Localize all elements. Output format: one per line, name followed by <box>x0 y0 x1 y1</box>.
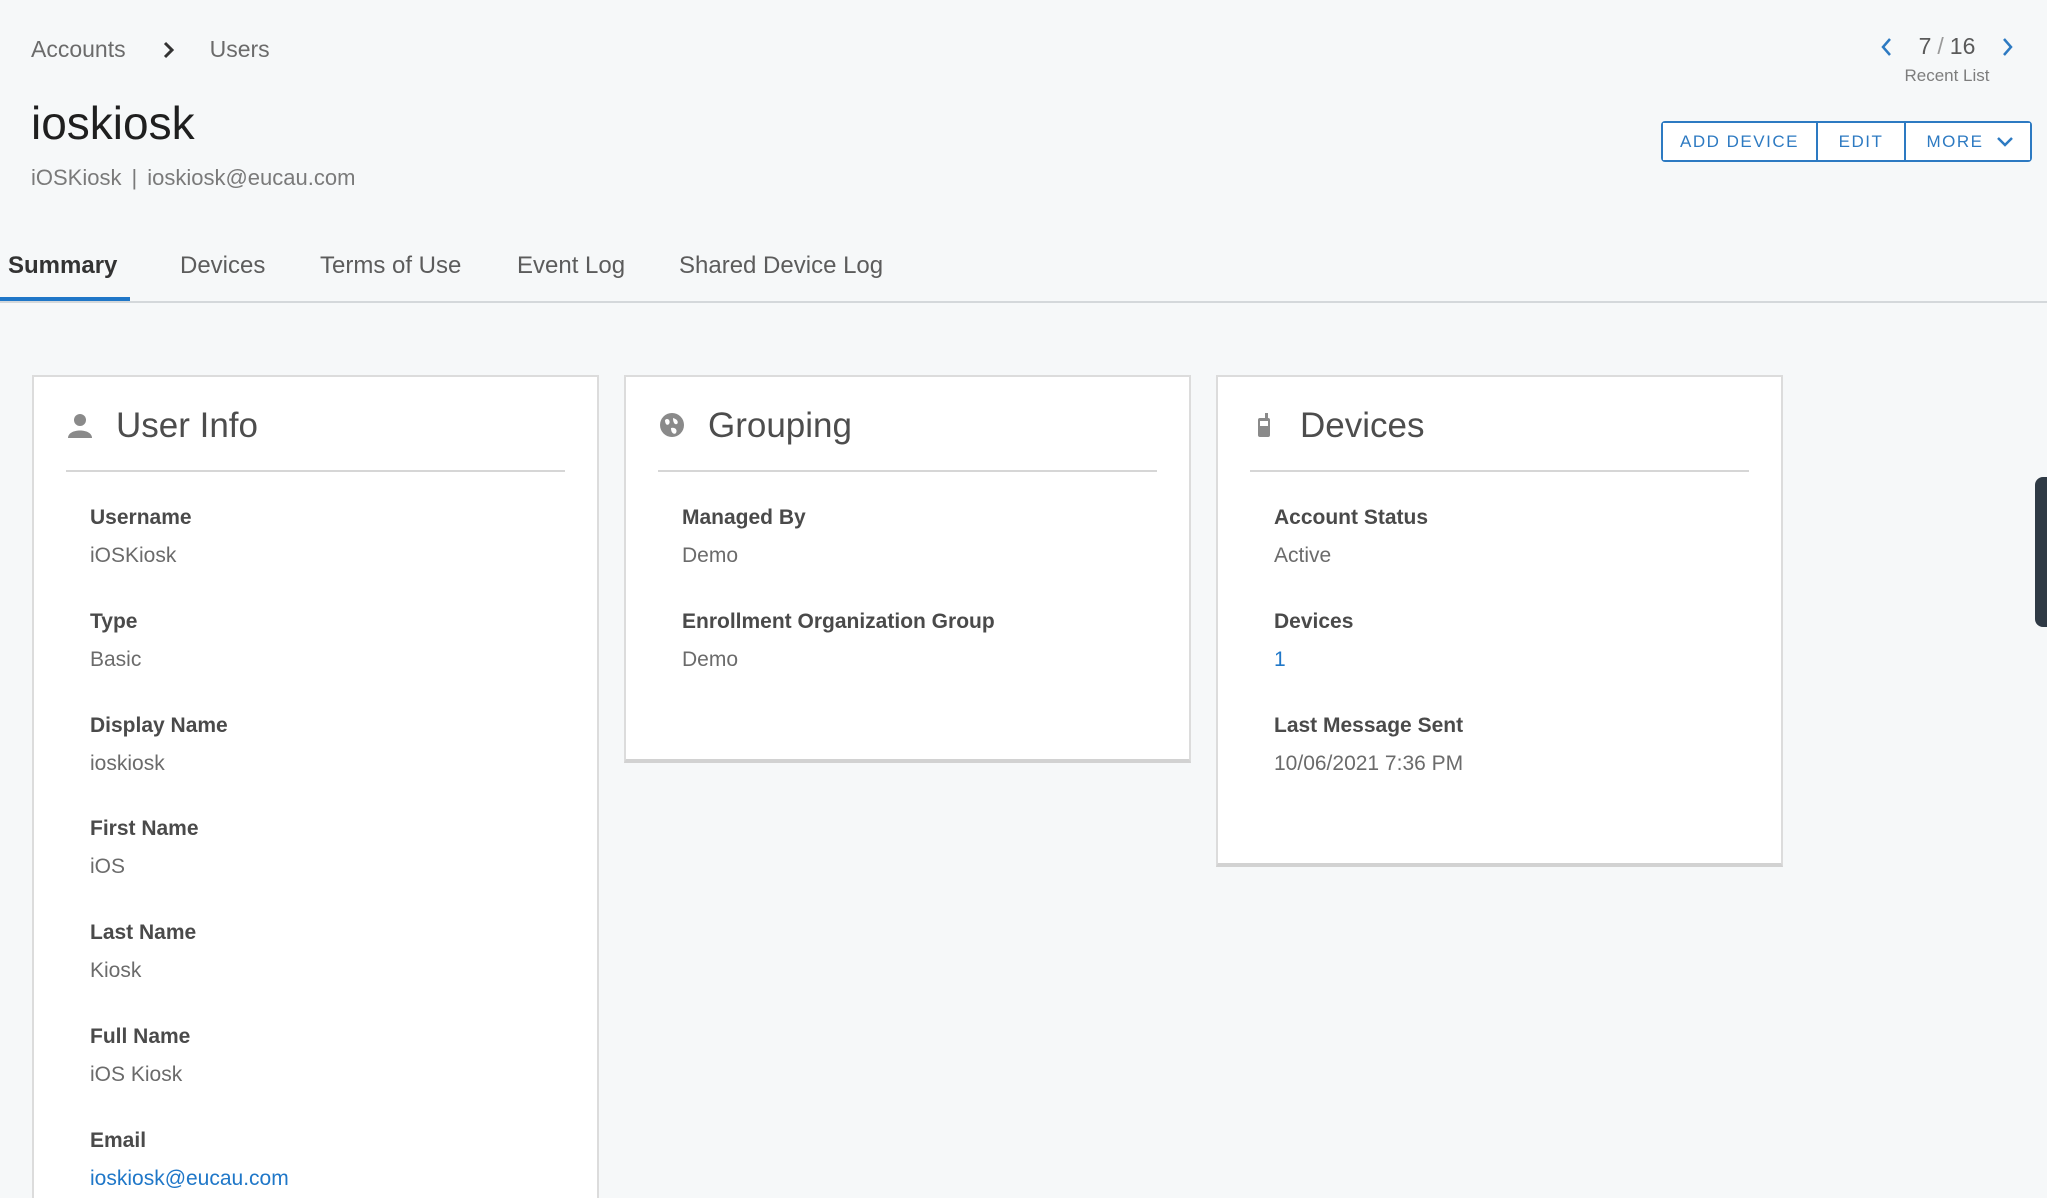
grouping-title: Grouping <box>708 405 852 445</box>
breadcrumb-users[interactable]: Users <box>210 36 270 63</box>
email-link[interactable]: ioskiosk@eucau.com <box>90 1167 289 1191</box>
user-icon <box>66 410 94 440</box>
field-label: Account Status <box>1274 506 1429 529</box>
field-managed-by: Managed By Demo <box>682 506 806 568</box>
user-info-title: User Info <box>116 405 258 445</box>
field-value: ioskiosk <box>90 752 165 775</box>
more-button-label: MORE <box>1926 131 1984 151</box>
page-title: ioskiosk <box>31 97 195 149</box>
field-value: Kiosk <box>90 959 142 982</box>
breadcrumb-accounts[interactable]: Accounts <box>31 36 126 63</box>
field-label: First Name <box>90 817 199 840</box>
active-tab-indicator <box>0 297 130 301</box>
subtitle-username: iOSKiosk <box>31 165 122 190</box>
field-full-name: Full Name iOS Kiosk <box>90 1025 190 1087</box>
field-value: iOS <box>90 855 126 878</box>
user-info-card: User Info Username iOSKiosk Type Basic D… <box>32 375 599 1198</box>
phone-icon <box>1250 410 1278 440</box>
field-label: Devices <box>1274 610 1354 633</box>
field-enrollment-org-group: Enrollment Organization Group Demo <box>682 610 995 672</box>
tab-devices[interactable]: Devices <box>180 252 265 280</box>
field-label: Email <box>90 1129 147 1152</box>
field-value: Demo <box>682 648 739 671</box>
grouping-card-header: Grouping <box>658 377 1157 472</box>
chevron-right-icon[interactable] <box>1997 32 2019 62</box>
field-first-name: First Name iOS <box>90 817 199 879</box>
devices-card: Devices Account Status Active Devices 1 … <box>1216 375 1783 867</box>
pager-slash: / <box>1937 33 1944 59</box>
field-email: Email ioskiosk@eucau.com <box>90 1129 289 1191</box>
field-label: Last Message Sent <box>1274 714 1464 737</box>
field-label: Username <box>90 506 192 529</box>
globe-icon <box>658 410 686 440</box>
field-label: Display Name <box>90 714 228 737</box>
devices-title: Devices <box>1300 405 1425 445</box>
page-header: Accounts Users ioskiosk iOSKiosk | ioski… <box>0 0 2047 230</box>
tab-shared-device-log[interactable]: Shared Device Log <box>679 252 883 280</box>
field-last-name: Last Name Kiosk <box>90 921 196 983</box>
field-label: Full Name <box>90 1025 191 1048</box>
page-subtitle: iOSKiosk | ioskiosk@eucau.com <box>31 165 355 191</box>
record-pager: 7/16 Recent List <box>1867 30 2027 90</box>
field-value: iOSKiosk <box>90 544 177 567</box>
field-display-name: Display Name ioskiosk <box>90 714 228 776</box>
pager-label: Recent List <box>1904 66 1990 85</box>
tab-event-log[interactable]: Event Log <box>517 252 625 280</box>
pager-total: 16 <box>1949 33 1976 59</box>
field-account-status: Account Status Active <box>1274 506 1428 568</box>
chevron-right-icon <box>160 38 178 62</box>
side-panel-handle[interactable] <box>2035 477 2047 627</box>
devices-card-header: Devices <box>1250 377 1749 472</box>
edit-button[interactable]: EDIT <box>1816 123 1904 160</box>
field-label: Managed By <box>682 506 806 529</box>
field-label: Last Name <box>90 921 197 944</box>
field-value: iOS Kiosk <box>90 1063 183 1086</box>
more-button[interactable]: MORE <box>1904 123 2030 160</box>
field-devices-count: Devices 1 <box>1274 610 1353 672</box>
field-last-message-sent: Last Message Sent 10/06/2021 7:36 PM <box>1274 714 1463 776</box>
tab-summary[interactable]: Summary <box>8 252 117 280</box>
chevron-down-icon <box>1996 136 2014 148</box>
field-label: Type <box>90 610 138 633</box>
pager-current: 7 <box>1918 33 1932 59</box>
action-button-group: ADD DEVICE EDIT MORE <box>1661 121 2032 162</box>
subtitle-separator: | <box>131 165 138 190</box>
field-type: Type Basic <box>90 610 141 672</box>
grouping-card: Grouping Managed By Demo Enrollment Orga… <box>624 375 1191 763</box>
breadcrumb: Accounts Users <box>31 36 270 63</box>
subtitle-email: ioskiosk@eucau.com <box>147 165 356 190</box>
field-username: Username iOSKiosk <box>90 506 192 568</box>
tab-bar: Summary Devices Terms of Use Event Log S… <box>0 230 2047 303</box>
user-info-card-header: User Info <box>66 377 565 472</box>
field-value: 10/06/2021 7:36 PM <box>1274 752 1464 775</box>
devices-count-link[interactable]: 1 <box>1274 648 1353 672</box>
field-value: Active <box>1274 544 1332 567</box>
field-value: Demo <box>682 544 739 567</box>
field-label: Enrollment Organization Group <box>682 610 995 633</box>
tab-terms-of-use[interactable]: Terms of Use <box>320 252 461 280</box>
add-device-button[interactable]: ADD DEVICE <box>1663 123 1816 160</box>
field-value: Basic <box>90 648 142 671</box>
